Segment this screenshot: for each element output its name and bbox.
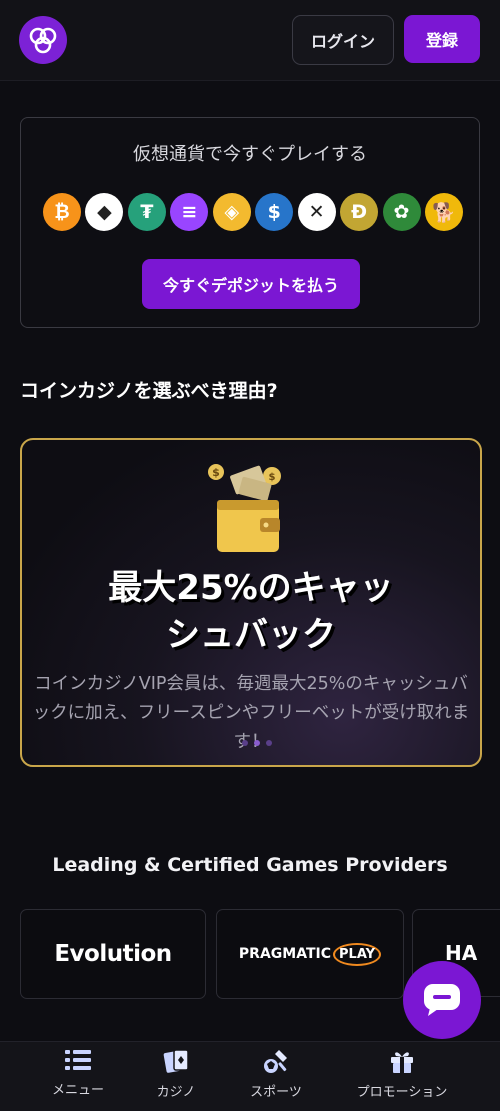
carousel-dots <box>242 740 272 746</box>
bitcoin-icon[interactable]: ₿ <box>43 193 81 231</box>
sports-icon <box>264 1050 287 1073</box>
pragmatic-play-logo: PRAGMATIC PLAY <box>238 942 382 966</box>
usdc-icon[interactable]: $ <box>255 193 294 231</box>
tether-icon[interactable]: ₮ <box>127 193 166 231</box>
promo-headline-line2: シュバック <box>166 615 336 655</box>
svg-text:$: $ <box>269 472 276 483</box>
live-chat-button[interactable] <box>403 961 481 1039</box>
promo-headline: 最大25%のキャッ シュバック <box>22 565 480 659</box>
carousel-dot[interactable] <box>242 740 248 746</box>
menu-list-icon <box>65 1050 91 1070</box>
pragmatic-text: PRAGMATIC <box>238 945 332 962</box>
nav-sports-label: スポーツ <box>250 1085 302 1100</box>
binance-icon[interactable]: ◈ <box>212 193 251 231</box>
coin-casino-logo[interactable] <box>19 16 67 64</box>
solana-icon[interactable]: ≡ <box>170 193 209 231</box>
bottom-navigation: メニュー カジノ スポーツ プロモーション <box>0 1041 500 1111</box>
provider-evolution[interactable]: Evolution <box>20 909 206 999</box>
crypto-play-panel: 仮想通貨で今すぐプレイする ₿ ◆ ₮ ≡ ◈ $ ✕ Ð ✿ 🐕 今すぐデポジットを払う <box>20 117 480 328</box>
crypto-coin-list: ₿ ◆ ₮ ≡ ◈ $ ✕ Ð ✿ 🐕 <box>43 193 463 233</box>
xrp-icon[interactable]: ✕ <box>297 193 336 231</box>
providers-title: Leading & Certified Games Providers <box>52 854 448 876</box>
evolution-logo: Evolution <box>54 941 172 967</box>
svg-text:$: $ <box>212 466 220 479</box>
top-header: ログイン 登録 <box>0 0 500 81</box>
login-button[interactable]: ログイン <box>292 15 394 65</box>
carousel-dot[interactable] <box>254 740 260 746</box>
register-button[interactable]: 登録 <box>404 15 480 63</box>
gift-icon <box>391 1052 413 1073</box>
nav-promotion[interactable]: プロモーション <box>350 1048 454 1100</box>
nav-menu[interactable]: メニュー <box>40 1048 116 1098</box>
nav-promotion-label: プロモーション <box>356 1085 448 1100</box>
crypto-panel-title: 仮想通貨で今すぐプレイする <box>133 144 367 165</box>
logo-icon <box>29 27 57 54</box>
promo-headline-line1: 最大25%のキャッ <box>108 568 394 608</box>
wallet-money-icon: $ $ <box>208 464 281 552</box>
carousel-dot[interactable] <box>266 740 272 746</box>
chat-bubble-icon <box>424 984 460 1016</box>
nav-casino[interactable]: カジノ <box>146 1048 206 1100</box>
provider-pragmatic-play[interactable]: PRAGMATIC PLAY <box>216 909 404 999</box>
nav-sports[interactable]: スポーツ <box>236 1048 316 1100</box>
play-badge: PLAY <box>333 942 382 966</box>
nav-casino-label: カジノ <box>156 1085 196 1100</box>
ethereum-icon[interactable]: ◆ <box>85 193 124 231</box>
dogecoin-icon[interactable]: Ð <box>340 193 379 231</box>
nav-menu-label: メニュー <box>51 1083 104 1098</box>
playing-cards-icon <box>163 1049 189 1073</box>
rose-coin-icon[interactable]: ✿ <box>382 193 421 231</box>
cashback-promo-card[interactable]: $ $ 最大25%のキャッ シュバック コインカジノVIP会員は、毎週最大25%… <box>20 438 482 767</box>
shiba-icon[interactable]: 🐕 <box>424 193 463 231</box>
why-choose-title: コインカジノを選ぶべき理由? <box>20 380 278 402</box>
deposit-now-button[interactable]: 今すぐデポジットを払う <box>142 259 360 309</box>
